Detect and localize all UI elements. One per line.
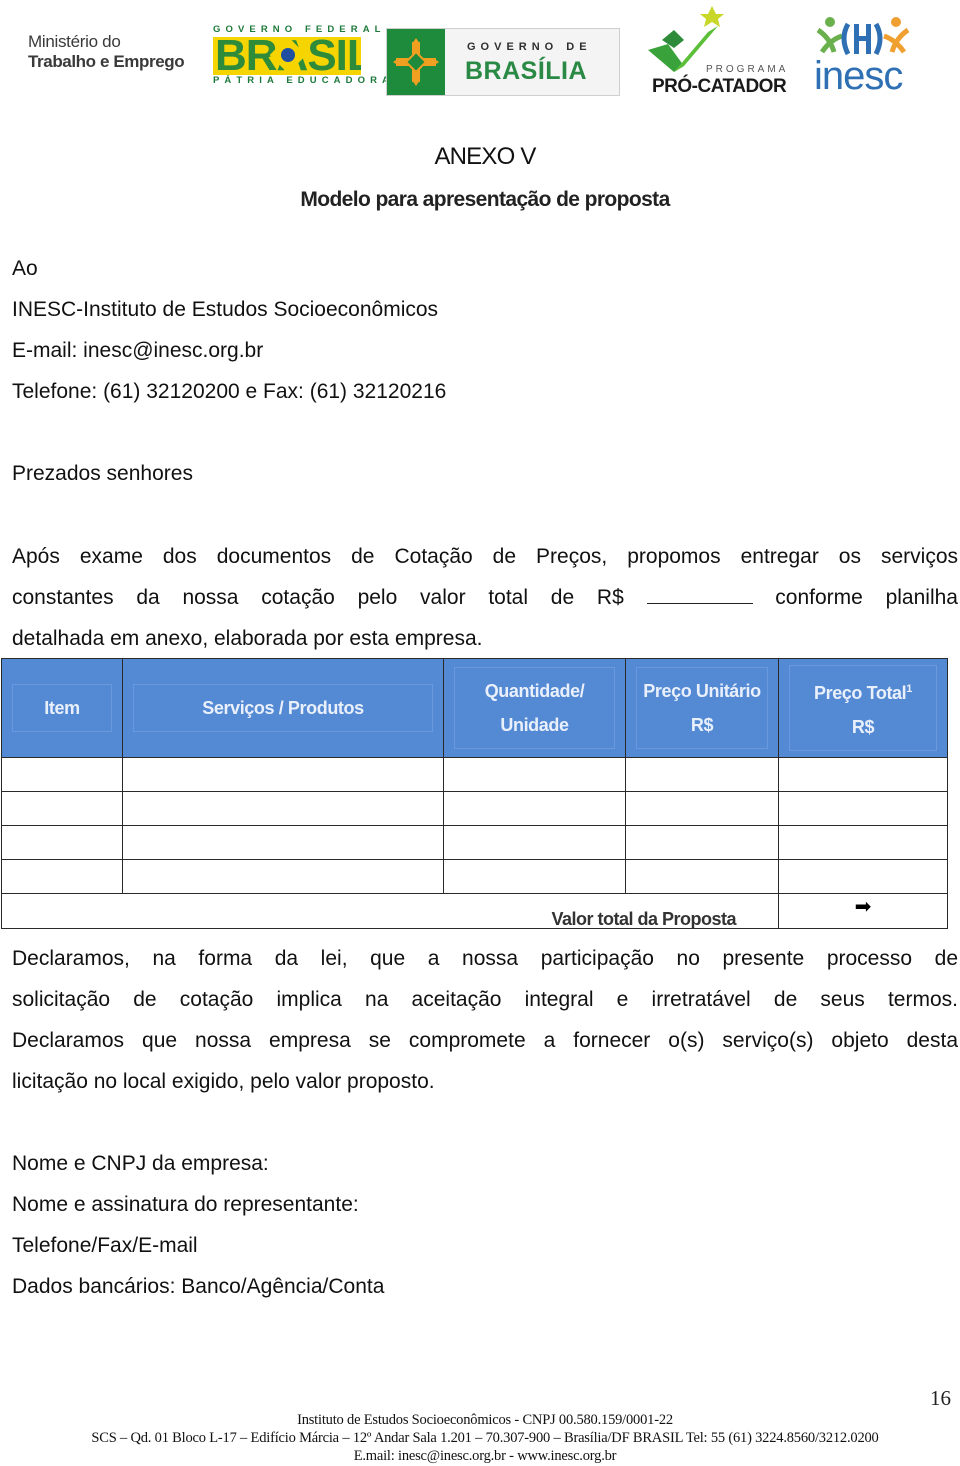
header-services-products: Serviços / Produtos [122,658,444,758]
page-title: ANEXO V [434,143,536,170]
cell-quantity[interactable] [443,791,626,826]
cell-service[interactable] [122,791,444,826]
cell-total-price[interactable] [778,825,948,860]
cell-total-price[interactable] [778,757,948,792]
cell-item[interactable] [1,825,123,860]
cell-item[interactable] [1,757,123,792]
ministerio-logo-line2: Trabalho e Emprego [28,52,185,71]
patria-educadora: PÁTRIA EDUCADORA [213,75,394,86]
recipient-phone: Telefone: (61) 32120200 e Fax: (61) 3212… [12,380,447,403]
brasil-wordmark: BRASIL [213,37,361,75]
cell-service[interactable] [122,757,444,792]
intro-line-1: Após exame dos documentos de Cotação de … [12,545,958,568]
page-number: 16 [930,1386,951,1410]
table-header-row: Item Serviços / Produtos Quantidade/Unid… [1,658,948,758]
ministerio-logo-line1: Ministério do [28,32,121,51]
total-label: Valor total da Proposta [551,909,736,929]
header-total-price: Preço Total1 R$ [778,658,948,758]
table-total-row: Valor total da Proposta ➡ [1,893,948,929]
total-value-blank[interactable] [646,585,753,604]
cell-service[interactable] [122,859,444,894]
header-unit-price: Preço Unitário R$ [625,658,779,758]
intro-paragraph: Após exame dos documentos de Cotação de … [12,536,958,659]
arrow-right-icon: ➡ [854,896,872,918]
field-contact: Telefone/Fax/E-mail [12,1234,198,1257]
pro-catador-text: PRÓ-CATADOR [652,76,787,97]
declaration-line-1: Declaramos, na forma da lei, que a nossa… [12,947,958,970]
footer-line-1: Instituto de Estudos Socioeconômicos - C… [297,1412,673,1428]
inesc-logo: inesc [812,16,916,98]
pro-catador-check-icon [648,6,724,72]
header-quantity-unit: Quantidade/Unidade [443,658,626,758]
field-bank-details: Dados bancários: Banco/Agência/Conta [12,1275,385,1298]
governo-de-text: GOVERNO DE [467,41,592,53]
greeting: Prezados senhores [12,462,193,485]
pro-catador-logo: PROGRAMA PRÓ-CATADOR [648,2,788,98]
declaration-paragraph: Declaramos, na forma da lei, que a nossa… [12,938,958,1102]
brasilia-text: BRASÍLIA [465,57,588,85]
cell-unit-price[interactable] [625,757,779,792]
intro-line-3: detalhada em anexo, elaborada por esta e… [12,627,483,650]
footer-line-2: SCS – Qd. 01 Bloco L-17 – Edifício Márci… [91,1430,879,1446]
cell-quantity[interactable] [443,859,626,894]
header-item: Item [1,658,123,758]
proposal-table: Item Serviços / Produtos Quantidade/Unid… [1,658,948,929]
recipient-organization: INESC-Instituto de Estudos Socioeconômic… [12,298,439,321]
cell-total-price[interactable] [778,791,948,826]
cell-total-price[interactable] [778,859,948,894]
footer-line-3: E.mail: inesc@inesc.org.br - www.inesc.o… [353,1448,617,1464]
declaration-line-4: licitação no local exigido, pelo valor p… [12,1070,435,1093]
cell-quantity[interactable] [443,757,626,792]
recipient-email: E-mail: inesc@inesc.org.br [12,339,264,362]
table-row [1,757,948,792]
declaration-line-2: solicitação de cotação implica na aceita… [12,988,958,1011]
field-representative-signature: Nome e assinatura do representante: [12,1193,359,1216]
brasilia-flag-icon [387,29,445,95]
governo-brasilia-logo: GOVERNO DE BRASÍLIA [386,28,620,96]
cell-unit-price[interactable] [625,791,779,826]
footnote-marker: 1 [906,683,912,695]
cell-quantity[interactable] [443,825,626,860]
table-row [1,859,948,894]
cell-item[interactable] [1,859,123,894]
intro-line-2-before: constantes da nossa cotação pelo valor t… [12,586,624,609]
flag-globe-icon [281,48,295,62]
intro-line-2-after: conforme planilha [775,586,958,609]
cell-item[interactable] [1,791,123,826]
field-company-name-cnpj: Nome e CNPJ da empresa: [12,1152,269,1175]
cell-service[interactable] [122,825,444,860]
recipient-to: Ao [12,257,38,280]
table-row [1,825,948,860]
governo-federal-logo: GOVERNO FEDERAL BRASIL PÁTRIA EDUCADORA [213,24,394,88]
header-logos: Ministério do Trabalho e Emprego GOVERNO… [0,0,960,110]
cell-unit-price[interactable] [625,859,779,894]
total-label-cell: Valor total da Proposta [1,893,779,929]
inesc-wordmark: inesc [814,54,903,98]
intro-line-2: constantes da nossa cotação pelo valor t… [12,577,958,618]
table-row [1,791,948,826]
cell-unit-price[interactable] [625,825,779,860]
governo-federal-top: GOVERNO FEDERAL [213,24,386,35]
page-subtitle: Modelo para apresentação de proposta [300,188,670,211]
declaration-line-3: Declaramos que nossa empresa se comprome… [12,1029,958,1052]
programa-text: PROGRAMA [706,64,789,75]
total-value-cell[interactable]: ➡ [778,893,948,929]
ministerio-trabalho-logo: Ministério do Trabalho e Emprego [28,32,188,72]
